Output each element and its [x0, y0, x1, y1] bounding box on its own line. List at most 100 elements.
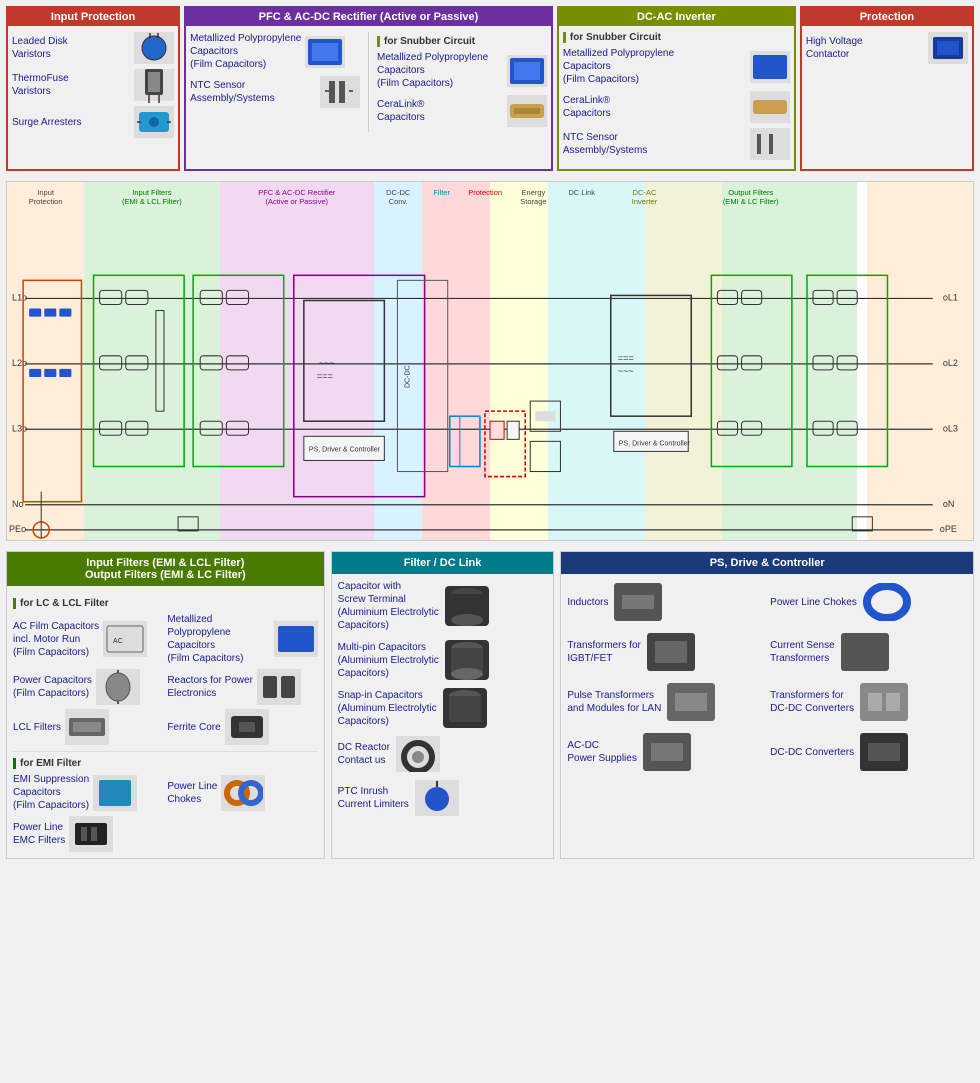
svg-text:oPE: oPE: [940, 524, 957, 534]
dcdc-conv-item[interactable]: DC-DC Converters: [770, 730, 967, 774]
lcl-img: [65, 709, 109, 745]
cs-trans-img: [841, 633, 889, 671]
product-mpp-cap[interactable]: Metallized PolypropyleneCapacitors(Film …: [190, 32, 360, 71]
filter-content: for LC & LCL Filter AC Film Capacitorsin…: [7, 586, 324, 858]
dc-ac-box: DC-AC Inverter for Snubber Circuit Metal…: [557, 6, 796, 171]
pl-chokes-text: Power Line Chokes: [770, 596, 857, 609]
cs-trans-item[interactable]: Current SenseTransformers: [770, 630, 967, 674]
product-contactor[interactable]: High VoltageContactor: [806, 32, 968, 64]
product-thermofuse[interactable]: ThermoFuseVaristors: [12, 69, 174, 101]
svg-text:PS, Driver & Controller: PS, Driver & Controller: [619, 440, 691, 447]
powerline-chokes-cell[interactable]: Power LineChokes: [167, 773, 317, 812]
circuit-label-pfc: PFC & AC-DC Rectifier(Active or Passive): [220, 186, 375, 208]
circuit-svg: L1o L2o L3o No PEo oL1 oL2 oL3 oN oPE: [7, 207, 973, 541]
ac-film-text: AC Film Capacitorsincl. Motor Run(Film C…: [13, 620, 99, 659]
emi-cap-cell[interactable]: EMI SuppressionCapacitors(Film Capacitor…: [13, 773, 163, 812]
ptc-item[interactable]: PTC InrushCurrent Limiters: [338, 780, 548, 816]
multi-cap-img: [445, 640, 489, 680]
powerline-chokes-text: Power LineChokes: [167, 780, 217, 806]
acdc-ps-text: AC-DCPower Supplies: [567, 739, 636, 765]
dc-reactor-item[interactable]: DC ReactorContact us: [338, 736, 548, 772]
product-surge[interactable]: Surge Arresters: [12, 106, 174, 138]
inductors-text: Inductors: [567, 596, 608, 609]
snap-cap-item[interactable]: Snap-in Capacitors(Aluminum Electrolytic…: [338, 688, 548, 728]
filter-dc-content: Capacitor withScrew Terminal(Aluminium E…: [332, 574, 554, 830]
lcl-cell[interactable]: LCL Filters: [13, 709, 163, 745]
product-dc-cera[interactable]: CeraLink®Capacitors: [563, 91, 790, 123]
screw-cap-item[interactable]: Capacitor withScrew Terminal(Aluminium E…: [338, 580, 548, 632]
product-snubber-mpp[interactable]: Metallized PolypropyleneCapacitors(Film …: [377, 51, 547, 90]
dc-ac-header: DC-AC Inverter: [559, 8, 794, 26]
pulse-trans-text: Pulse Transformersand Modules for LAN: [567, 689, 661, 715]
svg-text:===: ===: [618, 353, 634, 363]
product-ceralink[interactable]: CeraLink®Capacitors: [377, 95, 547, 127]
snubber-label-dc: for Snubber Circuit: [563, 32, 790, 43]
product-leaded-disk[interactable]: Leaded DiskVaristors: [12, 32, 174, 64]
svg-text:oL2: oL2: [943, 358, 958, 368]
reactors-cell[interactable]: Reactors for PowerElectronics: [167, 669, 317, 705]
dc-trans-img: [860, 683, 908, 721]
multi-cap-text: Multi-pin Capacitors(Aluminium Electroly…: [338, 641, 439, 680]
emi-product-grid: EMI SuppressionCapacitors(Film Capacitor…: [13, 773, 318, 852]
lc-product-grid: AC Film Capacitorsincl. Motor Run(Film C…: [13, 613, 318, 745]
top-section: Input Protection Leaded DiskVaristors Th…: [0, 0, 980, 177]
input-output-header: Input Filters (EMI & LCL Filter) Output …: [7, 552, 324, 586]
ac-film-cell[interactable]: AC Film Capacitorsincl. Motor Run(Film C…: [13, 613, 163, 665]
mpp-cap-text: Metallized PolypropyleneCapacitors(Film …: [190, 32, 301, 71]
snubber-mpp-text: Metallized PolypropyleneCapacitors(Film …: [377, 51, 503, 90]
acdc-ps-item[interactable]: AC-DCPower Supplies: [567, 730, 764, 774]
screw-cap-text: Capacitor withScrew Terminal(Aluminium E…: [338, 580, 439, 632]
dc-cera-text: CeraLink®Capacitors: [563, 94, 746, 120]
svg-text:oN: oN: [943, 499, 955, 509]
circuit-label-filter: Filter: [422, 186, 461, 208]
acdc-ps-img: [643, 733, 691, 771]
dc-reactor-img: [396, 736, 440, 772]
product-ntc[interactable]: NTC SensorAssembly/Systems: [190, 76, 360, 108]
power-cap-cell[interactable]: Power Capacitors(Film Capacitors): [13, 669, 163, 705]
product-dc-ntc[interactable]: NTC SensorAssembly/Systems: [563, 128, 790, 160]
product-dc-mpp[interactable]: Metallized PolypropyleneCapacitors(Film …: [563, 47, 790, 86]
surge-text: Surge Arresters: [12, 116, 130, 129]
ceralink-img: [507, 95, 547, 127]
pl-chokes-item[interactable]: Power Line Chokes: [770, 580, 967, 624]
ps-drive-content: Inductors Power Line Chokes Transformers…: [561, 574, 973, 780]
igbt-trans-item[interactable]: Transformers forIGBT/FET: [567, 630, 764, 674]
snubber-mpp-img: [507, 55, 547, 87]
circuit-diagram: InputProtection Input Filters(EMI & LCL …: [6, 181, 974, 541]
dc-trans-item[interactable]: Transformers forDC-DC Converters: [770, 680, 967, 724]
input-output-filters-box: Input Filters (EMI & LCL Filter) Output …: [6, 551, 325, 859]
filter-dc-header: Filter / DC Link: [332, 552, 554, 574]
lcl-text: LCL Filters: [13, 721, 61, 734]
pulse-trans-img: [667, 683, 715, 721]
ferrite-cell[interactable]: Ferrite Core: [167, 709, 317, 745]
contactor-img: [928, 32, 968, 64]
svg-text:~~~: ~~~: [319, 358, 335, 368]
emc-text: Power LineEMC Filters: [13, 821, 65, 847]
emc-cell[interactable]: Power LineEMC Filters: [13, 816, 163, 852]
film-cap-text: Metallized PolypropyleneCapacitors(Film …: [167, 613, 269, 665]
svg-text:~~~: ~~~: [618, 366, 634, 376]
ac-film-img: AC: [103, 621, 147, 657]
svg-text:L3o: L3o: [12, 423, 27, 433]
svg-text:===: ===: [317, 371, 333, 381]
circuit-bg: InputProtection Input Filters(EMI & LCL …: [7, 182, 973, 540]
inductors-img: [614, 583, 662, 621]
dc-mpp-img: [750, 51, 790, 83]
ptc-img: [415, 780, 459, 816]
pulse-trans-item[interactable]: Pulse Transformersand Modules for LAN: [567, 680, 764, 724]
multi-cap-item[interactable]: Multi-pin Capacitors(Aluminium Electroly…: [338, 640, 548, 680]
power-cap-img: [96, 669, 140, 705]
svg-text:L1o: L1o: [12, 292, 27, 302]
igbt-trans-img: [647, 633, 695, 671]
inductors-item[interactable]: Inductors: [567, 580, 764, 624]
circuit-label-input-prot: InputProtection: [7, 186, 84, 208]
film-cap-img: [274, 621, 318, 657]
svg-text:oL3: oL3: [943, 423, 958, 433]
bottom-section: Input Filters (EMI & LCL Filter) Output …: [0, 545, 980, 865]
lc-lcl-label: for LC & LCL Filter: [13, 598, 318, 609]
ntc-img: [320, 76, 360, 108]
circuit-label-energy: EnergyStorage: [509, 186, 557, 208]
film-cap-cell[interactable]: Metallized PolypropyleneCapacitors(Film …: [167, 613, 317, 665]
circuit-label-protection: Protection: [461, 186, 509, 208]
snubber-label-pfc: for Snubber Circuit: [377, 36, 547, 47]
